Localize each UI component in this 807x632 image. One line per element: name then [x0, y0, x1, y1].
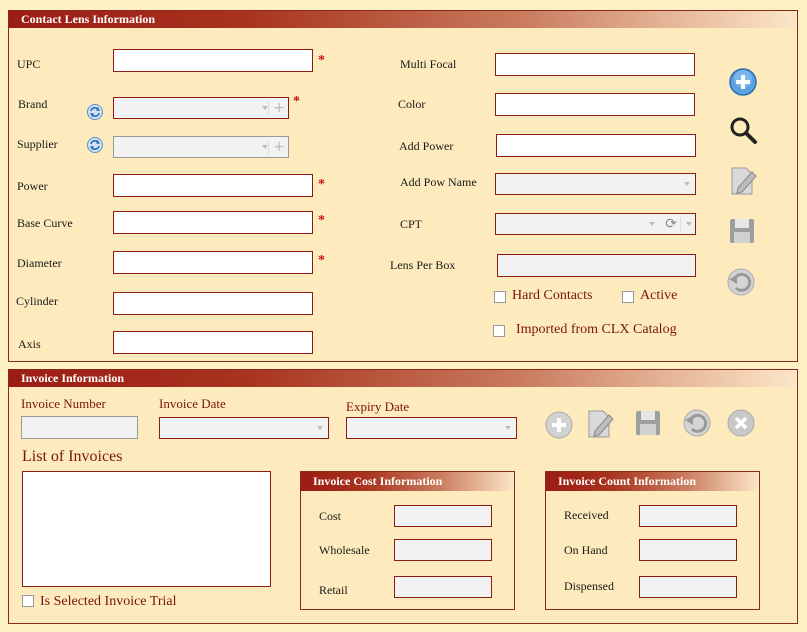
expiry-date-picker[interactable]	[346, 417, 517, 439]
upc-input[interactable]	[113, 49, 313, 72]
search-icon[interactable]	[728, 115, 758, 149]
add-pow-name-label: Add Pow Name	[400, 175, 477, 189]
color-input[interactable]	[495, 93, 695, 116]
expiry-date-label: Expiry Date	[346, 399, 410, 414]
wholesale-input[interactable]	[394, 539, 492, 561]
active-label: Active	[640, 288, 678, 303]
brand-separator	[268, 101, 269, 115]
color-label: Color	[398, 97, 426, 111]
supplier-label: Supplier	[17, 137, 58, 151]
brand-label: Brand	[18, 97, 48, 111]
base-curve-input[interactable]	[113, 211, 313, 234]
diameter-required-mark: *	[318, 253, 325, 268]
invoice-list[interactable]	[22, 471, 271, 587]
add-pow-name-select[interactable]	[495, 173, 696, 195]
on-hand-input[interactable]	[639, 539, 737, 561]
multi-focal-label: Multi Focal	[400, 57, 457, 71]
add-power-label: Add Power	[399, 139, 454, 153]
add-icon[interactable]	[728, 67, 758, 101]
cost-input[interactable]	[394, 505, 492, 527]
invoice-number-label: Invoice Number	[21, 396, 106, 411]
invoice-date-picker[interactable]	[159, 417, 329, 439]
invoice-count-panel: Invoice Count Information Received On Ha…	[545, 471, 760, 610]
power-required-mark: *	[318, 177, 325, 192]
brand-refresh-icon[interactable]	[86, 103, 104, 125]
save-icon[interactable]	[728, 217, 756, 249]
invoice-count-header: Invoice Count Information	[546, 472, 759, 491]
contact-lens-panel: Contact Lens Information UPC Brand Suppl…	[8, 10, 798, 362]
diameter-label: Diameter	[17, 256, 62, 270]
add-power-input[interactable]	[496, 134, 696, 157]
chevron-down-icon	[317, 426, 323, 430]
multi-focal-input[interactable]	[495, 53, 695, 76]
brand-select[interactable]: +	[113, 97, 289, 119]
invoice-save-icon[interactable]	[634, 409, 662, 441]
invoice-cost-panel: Invoice Cost Information Cost Wholesale …	[300, 471, 515, 610]
wholesale-label: Wholesale	[319, 543, 370, 557]
invoice-cancel-icon[interactable]	[726, 408, 756, 442]
upc-label: UPC	[17, 57, 41, 71]
dispensed-input[interactable]	[639, 576, 737, 598]
power-input[interactable]	[113, 174, 313, 197]
chevron-down-icon	[505, 426, 511, 430]
cylinder-input[interactable]	[113, 292, 313, 315]
retail-input[interactable]	[394, 576, 492, 598]
imported-label: Imported from CLX Catalog	[516, 322, 677, 337]
invoice-header: Invoice Information	[9, 370, 797, 387]
received-label: Received	[564, 508, 609, 522]
cost-label: Cost	[319, 509, 342, 523]
is-selected-trial-checkbox[interactable]	[22, 595, 34, 607]
cylinder-label: Cylinder	[16, 294, 58, 308]
hard-contacts-checkbox[interactable]	[494, 291, 506, 303]
is-selected-trial-label: Is Selected Invoice Trial	[40, 594, 177, 609]
on-hand-label: On Hand	[564, 543, 608, 557]
cpt-separator	[680, 217, 681, 231]
imported-checkbox[interactable]	[493, 325, 505, 337]
edit-icon[interactable]	[728, 164, 758, 200]
invoice-undo-icon[interactable]	[682, 408, 712, 442]
upc-required-mark: *	[318, 53, 325, 68]
power-label: Power	[17, 179, 48, 193]
received-input[interactable]	[639, 505, 737, 527]
chevron-down-icon	[262, 145, 268, 149]
plus-icon[interactable]: +	[273, 139, 285, 155]
retail-label: Retail	[319, 583, 348, 597]
undo-icon[interactable]	[726, 267, 756, 301]
supplier-select[interactable]: +	[113, 136, 289, 158]
invoice-edit-icon[interactable]	[585, 407, 615, 443]
lens-per-box-label: Lens Per Box	[390, 258, 456, 272]
cpt-refresh-icon[interactable]: ⟳	[665, 216, 677, 232]
contact-lens-header: Contact Lens Information	[9, 11, 797, 28]
invoice-date-label: Invoice Date	[159, 396, 226, 411]
chevron-down-icon	[686, 222, 692, 226]
cpt-select[interactable]: ⟳	[495, 213, 696, 235]
active-checkbox[interactable]	[622, 291, 634, 303]
invoice-add-icon[interactable]	[544, 410, 574, 444]
invoice-panel: Invoice Information Invoice Number Invoi…	[8, 369, 798, 624]
invoice-cost-header: Invoice Cost Information	[301, 472, 514, 491]
chevron-down-icon	[262, 106, 268, 110]
invoice-number-input[interactable]	[21, 416, 138, 439]
chevron-down-icon	[684, 182, 690, 186]
supplier-separator	[268, 140, 269, 154]
axis-label: Axis	[18, 337, 41, 351]
plus-icon[interactable]: +	[273, 100, 285, 116]
list-of-invoices-label: List of Invoices	[22, 448, 123, 465]
base-curve-label: Base Curve	[17, 216, 73, 230]
lens-per-box-input[interactable]	[497, 254, 696, 277]
diameter-input[interactable]	[113, 251, 313, 274]
dispensed-label: Dispensed	[564, 579, 614, 593]
brand-required-mark: *	[293, 94, 300, 109]
base-curve-required-mark: *	[318, 213, 325, 228]
supplier-refresh-icon[interactable]	[86, 136, 104, 158]
cpt-label: CPT	[400, 217, 423, 231]
hard-contacts-label: Hard Contacts	[512, 288, 593, 303]
axis-input[interactable]	[113, 331, 313, 354]
chevron-down-icon	[649, 222, 655, 226]
